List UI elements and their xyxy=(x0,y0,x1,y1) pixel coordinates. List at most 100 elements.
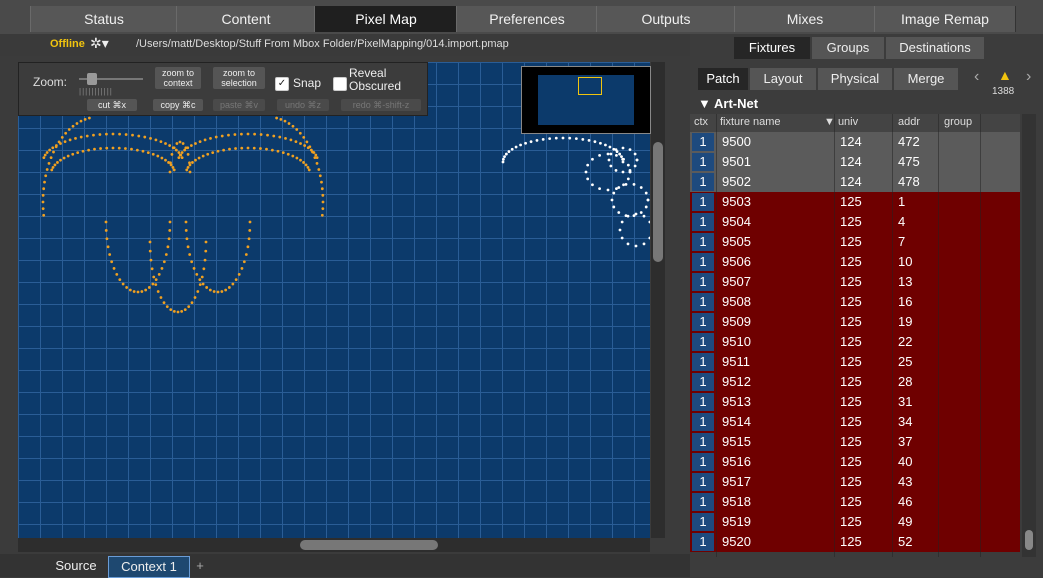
fixture-name-cell: 9518 xyxy=(722,494,751,509)
paste-button[interactable]: paste ⌘v xyxy=(213,99,265,111)
zoom-to-selection-button[interactable]: zoom to selection xyxy=(213,67,265,89)
ctx-cell[interactable]: 1 xyxy=(692,393,714,411)
ctx-cell[interactable]: 1 xyxy=(692,273,714,291)
table-row[interactable]: 1 9503 125 1 xyxy=(690,192,1020,212)
gear-icon[interactable]: ✲▾ xyxy=(90,35,109,52)
tab-groups[interactable]: Groups xyxy=(812,37,884,59)
ctx-cell[interactable]: 1 xyxy=(692,473,714,491)
fixture-dot-orange xyxy=(154,278,158,282)
table-row[interactable]: 1 9519 125 49 xyxy=(690,512,1020,532)
fixture-dot-white xyxy=(648,220,650,224)
table-row[interactable]: 1 9501 124 475 xyxy=(690,152,1020,172)
table-scroll-thumb[interactable] xyxy=(1025,530,1033,550)
table-row[interactable]: 1 9507 125 13 xyxy=(690,272,1020,292)
table-row[interactable]: 1 9516 125 40 xyxy=(690,452,1020,472)
cut-button[interactable]: cut ⌘x xyxy=(87,99,137,111)
tab-patch[interactable]: Patch xyxy=(698,68,748,90)
redo-button[interactable]: redo ⌘-shift-z xyxy=(341,99,421,111)
ctx-cell[interactable]: 1 xyxy=(692,533,714,551)
column-fixture-name[interactable]: fixture name xyxy=(720,116,781,128)
reveal-obscured-checkbox[interactable] xyxy=(333,77,347,91)
addr-cell: 34 xyxy=(898,414,913,429)
tab-layout[interactable]: Layout xyxy=(750,68,816,90)
minimap[interactable] xyxy=(521,66,651,134)
fixture-dot-orange xyxy=(209,136,212,140)
table-row[interactable]: 1 9512 125 28 xyxy=(690,372,1020,392)
ctx-cell[interactable]: 1 xyxy=(692,173,714,191)
zoom-slider[interactable] xyxy=(79,73,143,85)
ctx-cell[interactable]: 1 xyxy=(692,333,714,351)
table-row[interactable]: 1 9506 125 10 xyxy=(690,252,1020,272)
canvas-vertical-scrollbar[interactable] xyxy=(651,62,665,538)
snap-checkbox[interactable]: ✓ xyxy=(275,77,289,91)
warning-icon[interactable]: ▲ xyxy=(998,67,1012,83)
table-row[interactable]: 1 9520 125 52 xyxy=(690,532,1020,552)
ctx-cell[interactable]: 1 xyxy=(692,433,714,451)
tab-mixes[interactable]: Mixes xyxy=(734,6,876,32)
table-row[interactable]: 1 9510 125 22 xyxy=(690,332,1020,352)
minimap-viewport[interactable] xyxy=(578,77,602,95)
canvas-horizontal-scroll-thumb[interactable] xyxy=(300,540,438,550)
tab-content[interactable]: Content xyxy=(176,6,316,32)
table-row[interactable]: 1 9508 125 16 xyxy=(690,292,1020,312)
group-header[interactable]: ▼ Art-Net xyxy=(698,96,758,111)
ctx-cell[interactable]: 1 xyxy=(692,453,714,471)
table-row[interactable]: 1 9511 125 25 xyxy=(690,352,1020,372)
table-row[interactable]: 1 9513 125 31 xyxy=(690,392,1020,412)
ctx-cell[interactable]: 1 xyxy=(692,293,714,311)
column-group[interactable]: group xyxy=(944,116,972,128)
add-context-button[interactable]: + xyxy=(192,556,208,576)
table-row[interactable]: 1 9505 125 7 xyxy=(690,232,1020,252)
ctx-cell[interactable]: 1 xyxy=(692,133,714,151)
ctx-cell[interactable]: 1 xyxy=(692,153,714,171)
fixture-dot-orange xyxy=(244,253,248,256)
tab-source[interactable]: Source xyxy=(46,556,106,576)
ctx-cell[interactable]: 1 xyxy=(692,193,714,211)
table-row[interactable]: 1 9509 125 19 xyxy=(690,312,1020,332)
ctx-cell[interactable]: 1 xyxy=(692,253,714,271)
table-row[interactable]: 1 9504 125 4 xyxy=(690,212,1020,232)
fixture-dot-orange xyxy=(178,153,182,157)
table-row[interactable]: 1 9517 125 43 xyxy=(690,472,1020,492)
table-row[interactable]: 1 9502 124 478 xyxy=(690,172,1020,192)
tab-image-remap[interactable]: Image Remap xyxy=(874,6,1016,32)
ctx-cell[interactable]: 1 xyxy=(692,373,714,391)
fixture-dot-orange xyxy=(79,119,83,123)
ctx-cell[interactable]: 1 xyxy=(692,233,714,251)
table-row[interactable]: 1 9514 125 34 xyxy=(690,412,1020,432)
chevron-left-icon[interactable]: ‹ xyxy=(974,68,979,86)
ctx-cell[interactable]: 1 xyxy=(692,513,714,531)
fixture-dot-orange xyxy=(198,283,202,287)
canvas-vertical-scroll-thumb[interactable] xyxy=(653,142,663,262)
table-row[interactable]: 1 9500 124 472 xyxy=(690,132,1020,152)
tab-physical[interactable]: Physical xyxy=(818,68,892,90)
ctx-cell[interactable]: 1 xyxy=(692,353,714,371)
tab-pixel-map[interactable]: Pixel Map xyxy=(314,6,458,32)
tab-fixtures[interactable]: Fixtures xyxy=(734,37,810,59)
ctx-cell[interactable]: 1 xyxy=(692,413,714,431)
fixture-dot-white xyxy=(634,244,638,248)
chevron-right-icon[interactable]: › xyxy=(1026,68,1031,86)
column-ctx[interactable]: ctx xyxy=(694,116,708,128)
column-addr[interactable]: addr xyxy=(898,116,920,128)
zoom-slider-knob[interactable] xyxy=(87,73,97,85)
table-row[interactable]: 1 9515 125 37 xyxy=(690,432,1020,452)
tab-outputs[interactable]: Outputs xyxy=(596,6,736,32)
ctx-cell[interactable]: 1 xyxy=(692,213,714,231)
zoom-to-context-button[interactable]: zoom to context xyxy=(155,67,201,89)
copy-button[interactable]: copy ⌘c xyxy=(153,99,203,111)
ctx-cell[interactable]: 1 xyxy=(692,493,714,511)
undo-button[interactable]: undo ⌘z xyxy=(277,99,329,111)
tab-context-1[interactable]: Context 1 xyxy=(108,556,190,578)
tab-merge[interactable]: Merge xyxy=(894,68,958,90)
canvas-horizontal-scrollbar[interactable] xyxy=(18,538,650,552)
fixture-dot-orange xyxy=(203,138,207,142)
table-scrollbar[interactable] xyxy=(1022,114,1036,557)
tab-preferences[interactable]: Preferences xyxy=(456,6,598,32)
tab-status[interactable]: Status xyxy=(30,6,178,32)
ctx-cell[interactable]: 1 xyxy=(692,313,714,331)
table-row[interactable]: 1 9518 125 46 xyxy=(690,492,1020,512)
tab-destinations[interactable]: Destinations xyxy=(886,37,984,59)
column-univ[interactable]: ▼ univ xyxy=(824,116,858,128)
fixture-dot-orange xyxy=(180,151,184,154)
